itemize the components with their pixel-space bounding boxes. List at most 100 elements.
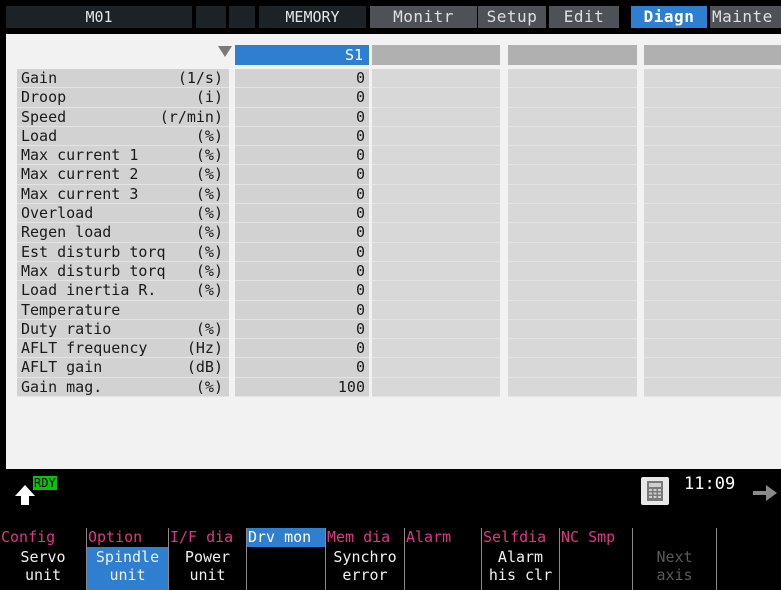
sort-down-triangle-icon[interactable] — [218, 46, 232, 57]
empty-value-cell — [508, 300, 637, 320]
drive-monitor-panel: Gain (1/s) Droop (i) Speed (r/min) Load (%) Max … — [6, 34, 781, 469]
item-unit: (%) — [195, 146, 223, 165]
item-label-row: Gain (1/s) — [17, 69, 229, 89]
tab-monitr[interactable]: Monitr — [370, 6, 477, 28]
menu-key-9[interactable]: Next axis — [632, 528, 716, 590]
menu-key-2[interactable]: Option Spindle unit — [86, 528, 168, 590]
tab-edit[interactable]: Edit — [549, 6, 619, 28]
menu-key-3[interactable]: I/F dia Power unit — [168, 528, 246, 590]
menu-key-1[interactable]: Config Servo unit — [0, 528, 86, 590]
axis-column-s1: S1 0 0 0 0 0 0 0 0 0 0 0 0 0 0 0 0 100 — [235, 45, 369, 469]
empty-value-cell — [372, 319, 500, 340]
value-cell: 0 — [235, 223, 369, 243]
item-label-row: Load inertia R. (%) — [17, 281, 229, 301]
calculator-icon[interactable] — [641, 477, 669, 505]
menu-key-7[interactable]: Selfdia Alarm his clr — [481, 528, 559, 590]
axis-header-s1[interactable]: S1 — [235, 45, 369, 65]
value-cell: 0 — [235, 319, 369, 340]
value-cell: 0 — [235, 69, 369, 89]
empty-value-cell — [508, 204, 637, 224]
tab-mainte[interactable]: Mainte — [710, 6, 781, 28]
menu-key-top-label: Mem dia — [327, 528, 391, 546]
menu-key-top-label — [633, 528, 634, 547]
item-unit: (%) — [195, 165, 223, 184]
axis-values-2 — [372, 69, 500, 398]
empty-value-cell — [372, 165, 500, 185]
empty-value-cell — [372, 146, 500, 166]
item-unit: (i) — [195, 88, 223, 107]
item-unit: (Hz) — [186, 339, 223, 358]
value-cell: 0 — [235, 242, 369, 262]
empty-value-cell — [372, 358, 500, 378]
right-arrow-icon[interactable] — [752, 484, 778, 502]
empty-value-cell — [508, 69, 637, 89]
item-label-row: Overload (%) — [17, 204, 229, 224]
item-name: Duty ratio — [21, 319, 112, 338]
clock: 11:09 — [684, 474, 736, 494]
empty-value-cell — [508, 242, 637, 262]
axis-values-s1: 0 0 0 0 0 0 0 0 0 0 0 0 0 0 0 0 100 — [235, 69, 369, 398]
menu-key-10[interactable] — [716, 528, 781, 590]
empty-value-cell — [372, 223, 500, 243]
tab-diagn[interactable]: Diagn — [631, 6, 707, 28]
axis-header-2[interactable] — [372, 45, 500, 65]
value-cell: 0 — [235, 165, 369, 185]
item-label-row: Load (%) — [17, 126, 229, 147]
item-label-row: Temperature — [17, 300, 229, 320]
empty-value-cell — [372, 377, 500, 398]
empty-value-cell — [644, 377, 781, 398]
empty-value-cell — [644, 358, 781, 378]
axis-header-3[interactable] — [508, 45, 637, 65]
menu-key-top-label: Option — [88, 528, 143, 546]
item-name: Max current 1 — [21, 146, 139, 165]
value-cell: 0 — [235, 126, 369, 147]
tab-setup[interactable]: Setup — [478, 6, 546, 28]
menu-key-top-label: Drv mon — [247, 528, 325, 547]
empty-value-cell — [644, 300, 781, 320]
value-cell: 100 — [235, 377, 369, 398]
item-unit: (%) — [195, 204, 223, 223]
menu-key-4[interactable]: Drv mon — [246, 528, 325, 590]
item-name: AFLT gain — [21, 358, 103, 377]
item-label-column: Gain (1/s) Droop (i) Speed (r/min) Load (%) Max … — [17, 69, 229, 398]
empty-value-cell — [644, 261, 781, 282]
empty-value-cell — [372, 69, 500, 89]
empty-value-cell — [508, 339, 637, 359]
menu-key-top-label: NC Smp — [561, 528, 616, 546]
empty-value-cell — [644, 126, 781, 147]
status-slot-2 — [229, 6, 255, 28]
empty-value-cell — [508, 377, 637, 398]
menu-key-bottom-bg — [405, 547, 481, 590]
item-unit: (dB) — [186, 358, 223, 377]
menu-key-top-label: Alarm — [406, 528, 452, 546]
value-cell: 0 — [235, 261, 369, 282]
value-cell: 0 — [235, 358, 369, 378]
item-unit: (%) — [195, 126, 223, 145]
menu-key-5[interactable]: Mem dia Synchro error — [325, 528, 404, 590]
empty-value-cell — [372, 261, 500, 282]
status-slot-1 — [196, 6, 226, 28]
item-label-row: Max current 2 (%) — [17, 165, 229, 185]
value-cell: 0 — [235, 146, 369, 166]
item-label-row: Droop (i) — [17, 88, 229, 108]
empty-value-cell — [644, 223, 781, 243]
item-label-row: Max current 1 (%) — [17, 146, 229, 166]
menu-key-bottom-label: Power unit — [184, 548, 231, 584]
empty-value-cell — [644, 88, 781, 108]
menu-key-8[interactable]: NC Smp — [559, 528, 632, 590]
empty-value-cell — [372, 281, 500, 301]
menu-key-bottom-label: Next axis — [656, 548, 693, 584]
menu-key-6[interactable]: Alarm — [404, 528, 481, 590]
value-cell: 0 — [235, 339, 369, 359]
item-name: Gain — [21, 69, 58, 87]
menu-key-bottom-bg — [247, 547, 325, 590]
empty-value-cell — [372, 204, 500, 224]
empty-value-cell — [644, 339, 781, 359]
empty-value-cell — [644, 107, 781, 127]
item-name: Speed — [21, 107, 67, 126]
item-label-row: Max disturb torq (%) — [17, 261, 229, 282]
empty-value-cell — [508, 261, 637, 282]
ready-indicator: RDY — [33, 476, 57, 490]
axis-header-4[interactable] — [644, 45, 781, 65]
value-cell: 0 — [235, 281, 369, 301]
